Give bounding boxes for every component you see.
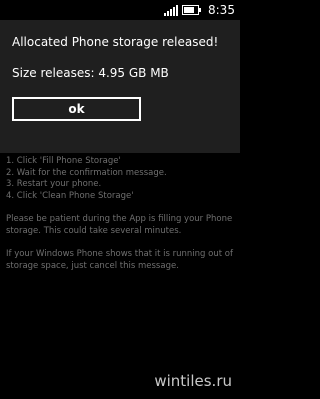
battery-fill (184, 7, 195, 13)
battery-icon (182, 5, 201, 15)
instruction-step-3: 3. Restart your phone. (6, 179, 102, 189)
ok-button[interactable]: ok (12, 97, 141, 121)
patience-note: Please be patient during the App is fill… (6, 214, 233, 236)
signal-icon (164, 5, 178, 16)
status-bar: 8:35 (0, 0, 240, 20)
instructions-panel: 1. Click 'Fill Phone Storage' 2. Wait fo… (6, 156, 234, 272)
watermark: wintiles.ru (154, 372, 232, 390)
dialog-title: Allocated Phone storage released! (12, 35, 219, 49)
cancel-note: If your Windows Phone shows that it is r… (6, 249, 233, 271)
dialog-message: Size releases: 4.95 GB MB (12, 66, 169, 80)
instruction-step-4: 4. Click 'Clean Phone Storage' (6, 190, 134, 201)
clock: 8:35 (208, 3, 235, 17)
instruction-step-2: 2. Wait for the confirmation message. (6, 167, 167, 178)
instruction-step-1: 1. Click 'Fill Phone Storage' (6, 156, 121, 166)
